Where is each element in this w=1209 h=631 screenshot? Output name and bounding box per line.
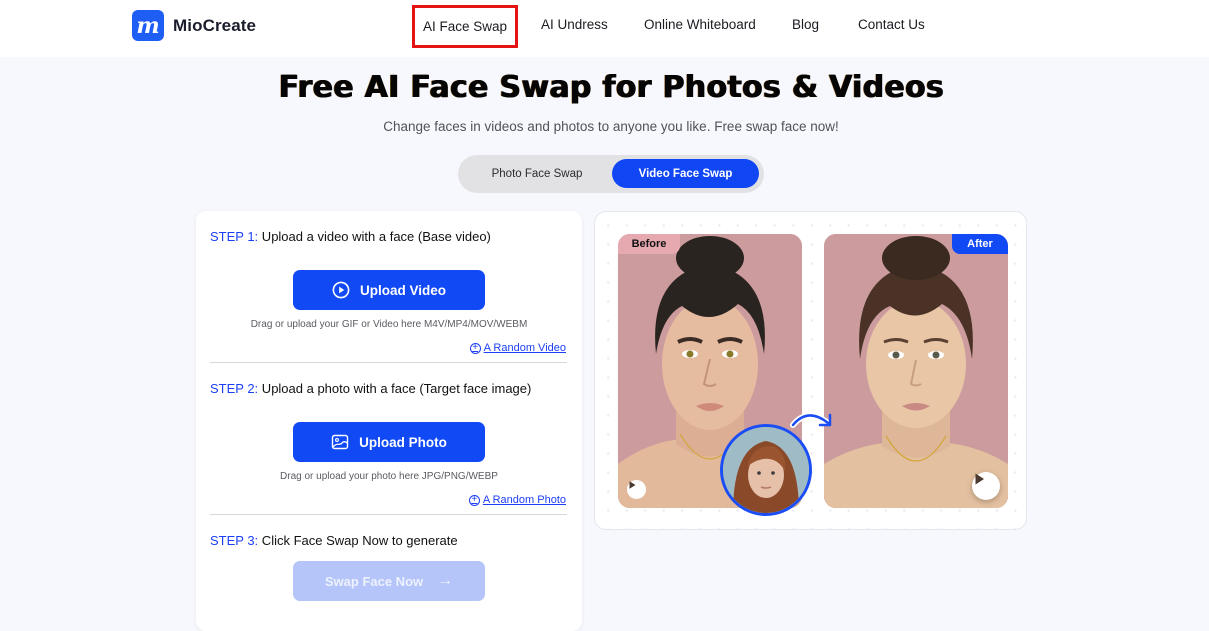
random-video-label: A Random Video xyxy=(483,342,566,354)
random-photo-label: A Random Photo xyxy=(482,494,566,506)
swap-mode-toggle: Photo Face Swap Video Face Swap xyxy=(458,155,764,193)
divider xyxy=(210,362,567,363)
divider xyxy=(210,514,567,515)
swap-arrow-icon xyxy=(790,412,832,428)
play-circle-icon xyxy=(332,281,350,299)
upload-photo-button[interactable]: Upload Photo xyxy=(293,422,485,462)
brand-name: MioCreate xyxy=(173,15,257,35)
step-2-heading: STEP 2: Upload a photo with a face (Targ… xyxy=(210,381,531,396)
step-1-number: STEP 1: xyxy=(210,229,259,244)
image-icon xyxy=(331,433,349,451)
source-face-illustration xyxy=(723,427,809,513)
arrow-right-icon: → xyxy=(437,572,454,589)
play-before-button[interactable] xyxy=(627,480,646,499)
swap-face-now-label: Swap Face Now xyxy=(324,573,424,589)
play-icon xyxy=(975,473,984,485)
after-label: After xyxy=(952,234,1008,254)
swap-face-now-button[interactable]: Swap Face Now → xyxy=(293,561,485,601)
nav-item-ai-face-swap[interactable]: AI Face Swap xyxy=(412,5,519,48)
photo-format-hint: Drag or upload your photo here JPG/PNG/W… xyxy=(280,471,498,482)
step-3-heading: STEP 3: Click Face Swap Now to generate xyxy=(210,533,458,548)
source-face-thumbnail xyxy=(720,424,812,516)
after-image: After xyxy=(824,234,1008,508)
step-1-text: Upload a video with a face (Base video) xyxy=(258,229,491,244)
brand-logo[interactable]: m MioCreate xyxy=(132,10,256,41)
upload-video-button[interactable]: Upload Video xyxy=(293,270,485,310)
step-3-text: Click Face Swap Now to generate xyxy=(258,533,458,548)
upload-photo-label: Upload Photo xyxy=(359,434,447,450)
video-format-hint: Drag or upload your GIF or Video here M4… xyxy=(250,319,528,330)
nav-item-contact-us[interactable]: Contact Us xyxy=(858,17,925,32)
page-subtitle: Change faces in videos and photos to any… xyxy=(383,119,839,134)
random-photo-link[interactable]: + A Random Photo xyxy=(468,494,566,506)
step-1-heading: STEP 1: Upload a video with a face (Base… xyxy=(210,229,491,244)
step-2-text: Upload a photo with a face (Target face … xyxy=(258,381,532,396)
nav-item-blog[interactable]: Blog xyxy=(792,17,819,32)
top-navigation-bar: m MioCreate AI Face Swap AI Undress Onli… xyxy=(0,0,1209,57)
step-3-number: STEP 3: xyxy=(210,533,259,548)
plus-circle-icon: + xyxy=(469,342,481,354)
nav-item-ai-undress[interactable]: AI Undress xyxy=(541,17,608,32)
tab-photo-face-swap[interactable]: Photo Face Swap xyxy=(462,159,612,188)
miocreate-logo-icon: m xyxy=(132,10,164,41)
nav-item-online-whiteboard[interactable]: Online Whiteboard xyxy=(644,17,756,32)
page-title: Free AI Face Swap for Photos & Videos xyxy=(278,70,944,105)
after-portrait-illustration xyxy=(824,234,1008,508)
upload-steps-panel: STEP 1: Upload a video with a face (Base… xyxy=(196,211,582,631)
play-icon xyxy=(629,481,636,489)
before-after-preview: Before After xyxy=(594,211,1027,530)
plus-circle-icon: + xyxy=(468,494,480,506)
tab-video-face-swap[interactable]: Video Face Swap xyxy=(612,159,759,188)
random-video-link[interactable]: + A Random Video xyxy=(469,342,566,354)
before-label: Before xyxy=(618,234,680,254)
step-2-number: STEP 2: xyxy=(210,381,259,396)
upload-video-label: Upload Video xyxy=(359,282,446,298)
play-after-button[interactable] xyxy=(972,472,1000,500)
